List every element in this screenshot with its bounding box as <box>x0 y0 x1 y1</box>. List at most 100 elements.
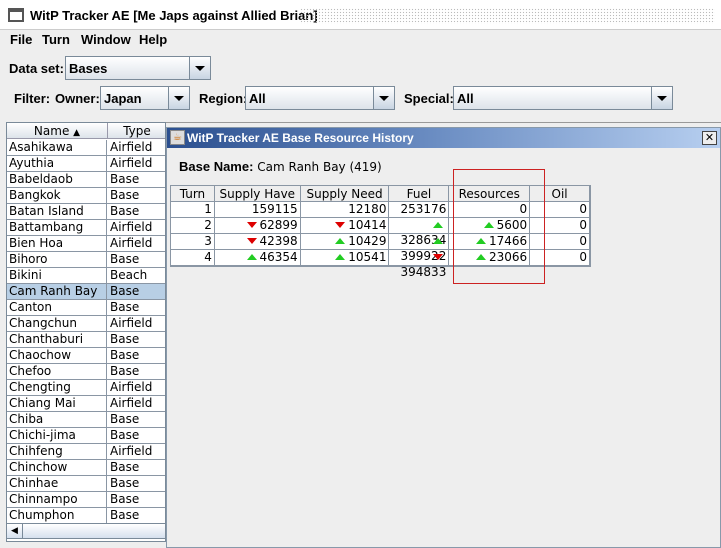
base-type-cell: Airfield <box>110 156 153 170</box>
menu-file[interactable]: File <box>10 32 32 47</box>
title-bar-grip[interactable] <box>300 8 715 24</box>
horizontal-scrollbar[interactable]: ◀ <box>6 523 166 539</box>
special-value: All <box>457 91 474 106</box>
base-type-cell: Airfield <box>110 140 153 154</box>
base-name-cell: Chumphon <box>7 508 107 524</box>
arrow-up-icon <box>433 238 444 244</box>
column-header-supply-need[interactable]: Supply Need <box>300 186 390 202</box>
table-row[interactable]: Chefoo Base <box>7 364 165 380</box>
table-row[interactable]: Chanthaburi Base <box>7 332 165 348</box>
base-name-cell: Asahikawa <box>7 140 107 156</box>
table-row[interactable]: Cam Ranh Bay Base <box>7 284 165 300</box>
cell-value: 10429 <box>348 234 387 248</box>
base-type-cell: Base <box>110 412 140 426</box>
cell-value: 159115 <box>251 202 298 216</box>
cell-supply-have: 159115 <box>214 202 301 218</box>
cell-value: 46354 <box>259 250 298 264</box>
table-row[interactable]: Batan Island Base <box>7 204 165 220</box>
table-row[interactable]: Chengting Airfield <box>7 380 165 396</box>
table-row[interactable]: Ayuthia Airfield <box>7 156 165 172</box>
chevron-down-icon[interactable] <box>189 57 210 79</box>
cell-supply-need: 10541 <box>300 250 390 266</box>
cell-turn: 4 <box>171 250 215 266</box>
base-name-cell: Changchun <box>7 316 107 332</box>
base-type-cell: Beach <box>110 268 148 282</box>
cell-value: 253176 <box>400 202 447 216</box>
cell-value: 4 <box>204 250 212 264</box>
base-type-cell: Base <box>110 508 140 522</box>
owner-select[interactable]: Japan <box>100 86 190 110</box>
dataset-select[interactable]: Bases <box>65 56 211 80</box>
base-type-cell: Airfield <box>110 316 153 330</box>
close-icon: ✕ <box>704 131 715 144</box>
base-type-cell: Base <box>110 172 140 186</box>
base-type-cell: Base <box>110 188 140 202</box>
base-type-cell: Airfield <box>110 236 153 250</box>
table-row[interactable]: Bangkok Base <box>7 188 165 204</box>
menu-window[interactable]: Window <box>81 32 131 47</box>
internal-window-title-bar[interactable]: ☕ WitP Tracker AE Base Resource History … <box>167 128 720 148</box>
chevron-down-icon[interactable] <box>168 87 189 109</box>
base-name-cell: Batan Island <box>7 204 107 220</box>
cell-supply-have: 42398 <box>214 234 301 250</box>
base-name-cell: Bien Hoa <box>7 236 107 252</box>
base-type-cell: Base <box>110 364 140 378</box>
dataset-label: Data set: <box>9 61 64 76</box>
table-row[interactable]: Bien Hoa Airfield <box>7 236 165 252</box>
column-header-fuel[interactable]: Fuel <box>389 186 450 202</box>
menu-help[interactable]: Help <box>139 32 167 47</box>
base-name-cell: Chiba <box>7 412 107 428</box>
table-row[interactable]: Changchun Airfield <box>7 316 165 332</box>
bases-table: Name ▲ Type Asahikawa Airfield Ayuthia Airf… <box>6 122 166 542</box>
table-row[interactable]: Chumphon Base <box>7 508 165 524</box>
table-row[interactable]: Chihfeng Airfield <box>7 444 165 460</box>
region-value: All <box>249 91 266 106</box>
table-row[interactable]: Canton Base <box>7 300 165 316</box>
base-name-cell: Battambang <box>7 220 107 236</box>
base-type-cell: Airfield <box>110 220 153 234</box>
table-row[interactable]: Chinhae Base <box>7 476 165 492</box>
column-header-name[interactable]: Name ▲ <box>7 123 108 139</box>
cell-supply-need: 10414 <box>300 218 390 234</box>
base-type-cell: Base <box>110 300 140 314</box>
base-name-cell: Chinchow <box>7 460 107 476</box>
cell-value: 0 <box>579 218 587 232</box>
cell-value: 0 <box>579 250 587 264</box>
close-button[interactable]: ✕ <box>702 131 717 145</box>
table-row[interactable]: Battambang Airfield <box>7 220 165 236</box>
cell-supply-have: 46354 <box>214 250 301 266</box>
base-type-cell: Airfield <box>110 380 153 394</box>
chevron-down-icon[interactable] <box>651 87 672 109</box>
table-row[interactable]: Asahikawa Airfield <box>7 140 165 156</box>
arrow-down-icon <box>246 238 257 244</box>
table-row[interactable]: Bihoro Base <box>7 252 165 268</box>
table-row[interactable]: Chiba Base <box>7 412 165 428</box>
base-type-cell: Base <box>110 492 140 506</box>
table-row[interactable]: Chinnampo Base <box>7 492 165 508</box>
base-name-cell: Chinhae <box>7 476 107 492</box>
table-row[interactable]: Babeldaob Base <box>7 172 165 188</box>
base-name-cell: Ayuthia <box>7 156 107 172</box>
table-row[interactable]: Bikini Beach <box>7 268 165 284</box>
chevron-down-icon[interactable] <box>373 87 394 109</box>
sort-ascending-icon: ▲ <box>73 128 81 138</box>
scroll-left-icon[interactable]: ◀ <box>7 524 23 538</box>
table-row[interactable]: Chiang Mai Airfield <box>7 396 165 412</box>
column-header-type[interactable]: Type <box>108 123 165 139</box>
filter-label: Filter: <box>14 91 51 106</box>
column-header-turn[interactable]: Turn <box>171 186 215 202</box>
column-header-supply-have[interactable]: Supply Have <box>214 186 301 202</box>
base-type-cell: Base <box>110 252 140 266</box>
cell-value: 2 <box>204 218 212 232</box>
region-select[interactable]: All <box>245 86 395 110</box>
cell-fuel: 253176 <box>389 202 450 218</box>
table-row[interactable]: Chichi-jima Base <box>7 428 165 444</box>
resources-highlight-box <box>453 169 545 284</box>
special-select[interactable]: All <box>453 86 673 110</box>
table-row[interactable]: Chinchow Base <box>7 460 165 476</box>
base-resource-history-window: ☕ WitP Tracker AE Base Resource History … <box>166 127 721 548</box>
menu-turn[interactable]: Turn <box>42 32 70 47</box>
menu-bar: File Turn Window Help <box>0 30 721 50</box>
table-row[interactable]: Chaochow Base <box>7 348 165 364</box>
base-name-cell: Chihfeng <box>7 444 107 460</box>
